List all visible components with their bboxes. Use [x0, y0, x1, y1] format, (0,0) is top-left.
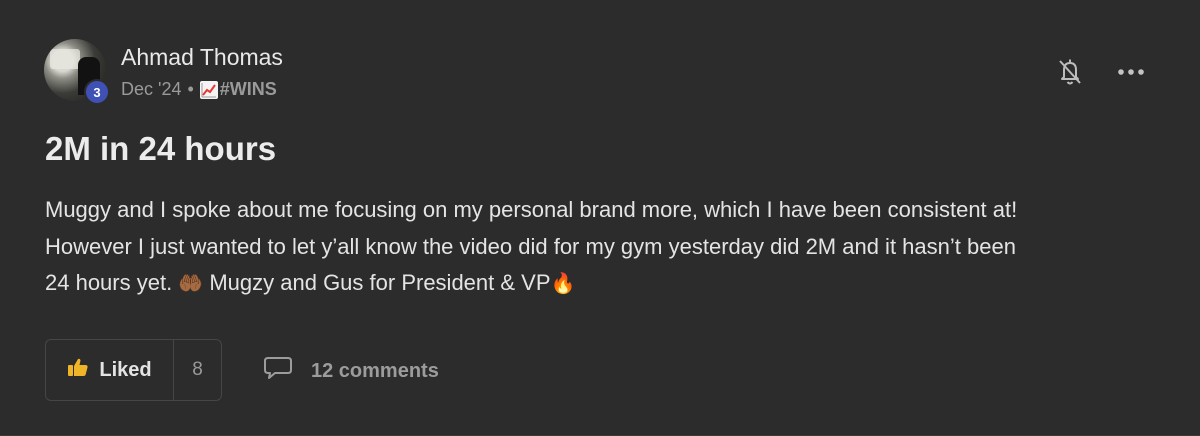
category-label: #WINS	[219, 79, 277, 99]
body-line: Muggy and I spoke about me focusing on m…	[45, 197, 1018, 222]
body-text: Mugzy and Gus for President & VP	[209, 270, 551, 295]
chart-increasing-emoji-icon	[199, 80, 218, 99]
body-line: 24 hours yet. 🤲🏾 Mugzy and Gus for Presi…	[45, 265, 1165, 302]
comment-icon	[263, 355, 293, 387]
body-line: However I just wanted to let y’all know …	[45, 233, 1016, 259]
like-count[interactable]: 8	[174, 340, 221, 400]
like-control: Liked 8	[45, 339, 222, 401]
post-title[interactable]: 2M in 24 hours	[45, 130, 276, 168]
more-horizontal-icon[interactable]	[1116, 60, 1146, 84]
post-meta: Dec '24 • #WINS	[121, 79, 277, 100]
post-date[interactable]: Dec '24	[121, 79, 181, 100]
author-avatar[interactable]: 3	[44, 39, 110, 105]
like-label: Liked	[99, 358, 152, 381]
meta-separator: •	[187, 79, 194, 99]
praying-hands-emoji: 🤲🏾	[178, 271, 204, 295]
like-button[interactable]: Liked	[46, 340, 174, 400]
thumbs-up-icon	[67, 357, 89, 383]
post-card: 3 Ahmad Thomas Dec '24 • #WINS 2M in 24 …	[0, 0, 1200, 436]
post-category[interactable]: #WINS	[199, 79, 277, 100]
level-badge: 3	[84, 79, 110, 105]
post-body: Muggy and I spoke about me focusing on m…	[45, 192, 1165, 302]
comments-link[interactable]: 12 comments	[263, 355, 439, 387]
bell-off-icon[interactable]	[1056, 57, 1084, 87]
comments-label: 12 comments	[311, 359, 439, 382]
body-text: 24 hours yet.	[45, 270, 173, 295]
author-name[interactable]: Ahmad Thomas	[121, 44, 283, 71]
fire-emoji: 🔥	[550, 271, 576, 295]
